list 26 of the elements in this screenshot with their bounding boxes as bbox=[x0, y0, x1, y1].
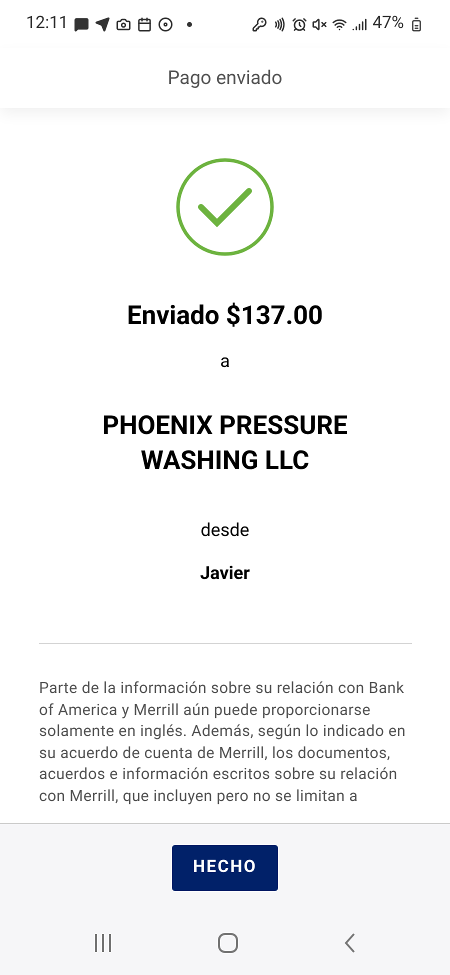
back-icon[interactable] bbox=[343, 932, 358, 952]
to-text: a bbox=[220, 350, 230, 374]
signal-icon bbox=[352, 16, 368, 32]
camera-icon bbox=[116, 16, 132, 32]
home-icon[interactable] bbox=[218, 932, 238, 952]
chat-icon bbox=[74, 16, 90, 32]
done-button[interactable]: HECHO bbox=[172, 845, 278, 891]
send-icon bbox=[95, 16, 110, 32]
alarm-icon bbox=[292, 16, 308, 32]
key-icon bbox=[252, 16, 268, 32]
recipient-name: PHOENIX PRESSURE WASHING LLC bbox=[101, 410, 349, 478]
calendar-icon bbox=[137, 16, 152, 32]
disc-icon bbox=[158, 16, 174, 32]
sender-name: Javier bbox=[200, 562, 250, 586]
battery-icon bbox=[409, 16, 424, 32]
wifi-icon bbox=[332, 16, 348, 32]
nfc-icon bbox=[272, 16, 288, 32]
check-circle-icon bbox=[175, 157, 275, 257]
disclaimer-text: Parte de la información sobre su relación con Bank of America y Merrill aún puede proporcionarse solamente en inglés. Además, según lo indicado en su acuerdo de cuenta de Merrill, los documentos, acuerdos e información escritos sobre su relación con Merrill, que incluyen pero no se limitan a bbox=[39, 678, 407, 806]
mute-icon bbox=[312, 16, 328, 32]
battery-percent: 47% bbox=[372, 12, 404, 36]
header-title: Pago enviado bbox=[168, 64, 282, 91]
amount-text: Enviado $137.00 bbox=[127, 300, 323, 333]
recent-apps-icon[interactable] bbox=[92, 932, 113, 952]
status-time: 12:11 bbox=[26, 12, 68, 36]
from-text: desde bbox=[200, 519, 250, 543]
